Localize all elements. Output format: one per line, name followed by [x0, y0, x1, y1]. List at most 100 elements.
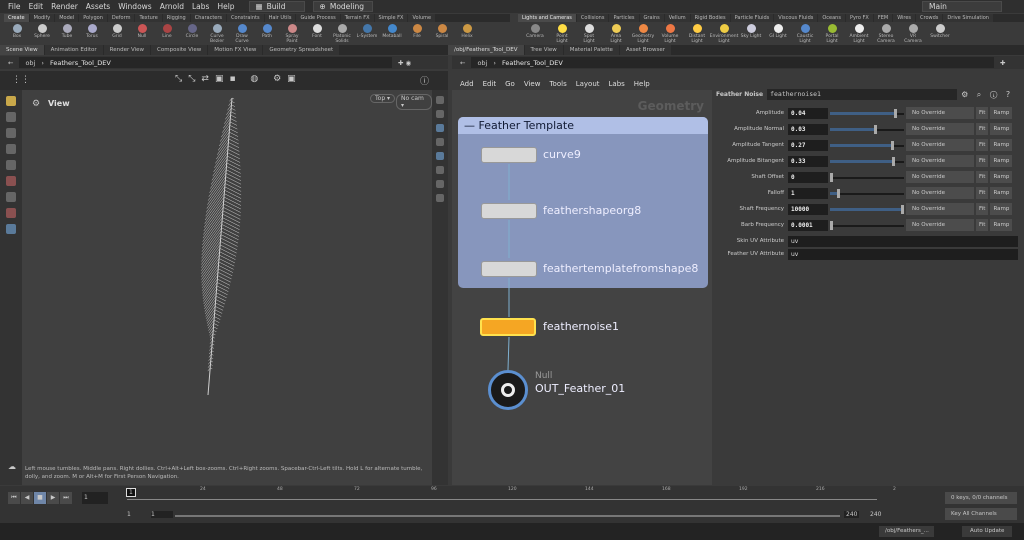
override-select[interactable]: No Override	[906, 187, 974, 199]
param-value-field[interactable]: 0.33	[788, 156, 828, 167]
move-tool-icon[interactable]	[6, 112, 16, 122]
current-frame-marker[interactable]: 1	[126, 488, 136, 497]
shelf-tab[interactable]: Constraints	[227, 14, 264, 22]
path-node[interactable]: Feathers_Tool_DEV	[50, 59, 111, 67]
override-select[interactable]: No Override	[906, 219, 974, 231]
menu-file[interactable]: File	[8, 2, 21, 11]
playback-end-field[interactable]: 240	[844, 511, 859, 518]
shelf-tool[interactable]: Geometry Light	[632, 22, 654, 44]
shelf-tab[interactable]: Create	[4, 14, 29, 22]
scale-tool-icon[interactable]	[6, 144, 16, 154]
selection-tools-icons[interactable]: ⤡⤡⇄▣▪ ◍ ⚙▣	[175, 74, 302, 84]
ramp-button[interactable]: Ramp	[990, 203, 1012, 215]
shelf-tab[interactable]: Oceans	[818, 14, 845, 22]
path-obj[interactable]: obj	[477, 59, 487, 67]
slider-handle[interactable]	[891, 141, 894, 150]
pane-tab[interactable]: Animation Editor	[45, 45, 103, 55]
ramp-button[interactable]: Ramp	[990, 139, 1012, 151]
menu-arnold[interactable]: Arnold	[160, 2, 184, 11]
shelf-tool[interactable]: Line	[156, 22, 178, 44]
pane-tab[interactable]: Scene View	[0, 45, 44, 55]
key-all-channels-button[interactable]: Key All Channels	[945, 508, 1017, 520]
display-option-icon[interactable]	[436, 180, 444, 188]
shelf-tool[interactable]: Torus	[81, 22, 103, 44]
slider-handle[interactable]	[874, 125, 877, 134]
pane-tab[interactable]: Tree View	[525, 45, 563, 55]
param-value-field[interactable]: 0.27	[788, 140, 828, 151]
shelf-tool[interactable]: Volume Light	[659, 22, 681, 44]
network-editor[interactable]: Geometry — Feather Template curve9 feath…	[452, 90, 712, 485]
playback-start-field[interactable]: 1	[151, 511, 173, 518]
net-menu-layout[interactable]: Layout	[576, 80, 600, 88]
shelf-tab[interactable]: Simple FX	[375, 14, 408, 22]
shelf-tab[interactable]: Wires	[893, 14, 915, 22]
back-arrow-icon[interactable]: ←	[8, 59, 13, 67]
path-field[interactable]: obj›Feathers_Tool_DEV	[471, 57, 994, 68]
shelf-tool[interactable]: Box	[6, 22, 28, 44]
shelf-tab[interactable]: Vellum	[665, 14, 690, 22]
param-string-field[interactable]: uv	[788, 249, 1018, 260]
snap-grid-icon[interactable]: ⋮⋮	[12, 75, 30, 85]
pane-tab[interactable]: Asset Browser	[620, 45, 671, 55]
rotate-tool-icon[interactable]	[6, 128, 16, 138]
node-feathershapeorg8[interactable]	[481, 203, 537, 219]
param-value-field[interactable]: 0.04	[788, 108, 828, 119]
param-slider[interactable]	[830, 140, 904, 151]
menu-windows[interactable]: Windows	[118, 2, 151, 11]
shelf-tool[interactable]: Caustic Light	[794, 22, 816, 44]
slider-handle[interactable]	[892, 157, 895, 166]
magnet-icon[interactable]	[6, 208, 16, 218]
param-value-field[interactable]: 0	[788, 172, 828, 183]
net-menu-help[interactable]: Help	[634, 80, 650, 88]
slider-handle[interactable]	[830, 173, 833, 182]
shelf-tab[interactable]: Guide Process	[296, 14, 339, 22]
menu-render[interactable]: Render	[51, 2, 78, 11]
ramp-button[interactable]: Ramp	[990, 107, 1012, 119]
shelf-tool[interactable]: Platonic Solids	[331, 22, 353, 44]
fit-button[interactable]: Fit	[976, 171, 988, 183]
net-menu-add[interactable]: Add	[460, 80, 474, 88]
pose-tool-icon[interactable]	[6, 176, 16, 186]
desktop-select[interactable]: ▦Build	[249, 1, 305, 12]
range-slider[interactable]	[175, 515, 840, 517]
shelf-tool[interactable]: Grid	[106, 22, 128, 44]
display-option-icon[interactable]	[436, 110, 444, 118]
back-arrow-icon[interactable]: ←	[460, 59, 465, 67]
shelf-tab[interactable]: Pyro FX	[846, 14, 873, 22]
view-tool-icon[interactable]	[6, 192, 16, 202]
override-select[interactable]: No Override	[906, 155, 974, 167]
shelf-tab[interactable]: Lights and Cameras	[518, 14, 576, 22]
shelf-tool[interactable]: Point Light	[551, 22, 573, 44]
override-select[interactable]: No Override	[906, 139, 974, 151]
shelf-tool[interactable]: Spiral	[431, 22, 453, 44]
param-slider[interactable]	[830, 188, 904, 199]
shelf-tool[interactable]: Ambient Light	[848, 22, 870, 44]
fit-button[interactable]: Fit	[976, 123, 988, 135]
shelf-tool[interactable]: Font	[306, 22, 328, 44]
shelf-tab[interactable]: Polygon	[79, 14, 107, 22]
auto-update-button[interactable]: Auto Update	[962, 526, 1012, 537]
pane-tab[interactable]: /obj/Feathers_Tool_DEV	[448, 45, 524, 55]
slider-handle[interactable]	[901, 205, 904, 214]
shelf-tool[interactable]: Portal Light	[821, 22, 843, 44]
shelf-tool[interactable]: Helix	[456, 22, 478, 44]
display-option-icon[interactable]	[436, 124, 444, 132]
shelf-tab[interactable]: Terrain FX	[341, 14, 374, 22]
shelf-tool[interactable]: Draw Curve	[231, 22, 253, 44]
path-field[interactable]: obj›Feathers_Tool_DEV	[19, 57, 392, 68]
net-menu-edit[interactable]: Edit	[483, 80, 497, 88]
fit-button[interactable]: Fit	[976, 139, 988, 151]
pane-tab[interactable]: Geometry Spreadsheet	[263, 45, 339, 55]
shelf-tool[interactable]: File	[406, 22, 428, 44]
fit-button[interactable]: Fit	[976, 203, 988, 215]
shelf-tool[interactable]: Circle	[181, 22, 203, 44]
keys-status[interactable]: 0 keys, 0/0 channels	[945, 492, 1017, 504]
shelf-tool[interactable]: Spray Paint	[281, 22, 303, 44]
ramp-button[interactable]: Ramp	[990, 219, 1012, 231]
shelf-tab[interactable]: Texture	[135, 14, 161, 22]
menu-edit[interactable]: Edit	[29, 2, 44, 11]
pin-icon[interactable]: ✚	[1000, 59, 1024, 67]
slider-handle[interactable]	[894, 109, 897, 118]
shelf-tab[interactable]: Modify	[30, 14, 55, 22]
handle-tool-icon[interactable]	[6, 160, 16, 170]
